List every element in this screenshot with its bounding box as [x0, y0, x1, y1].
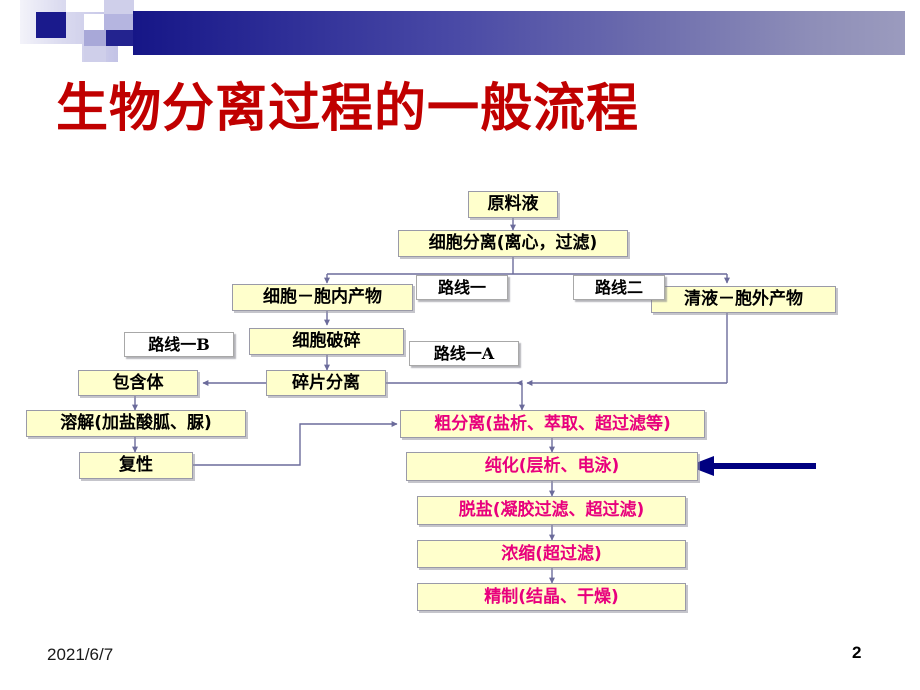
flow-box-cell-intra[interactable]: 细胞－胞内产物 [232, 284, 413, 311]
flow-box-coarse[interactable]: 粗分离(盐析、萃取、超过滤等) [400, 410, 705, 438]
route-label-route2[interactable]: 路线二 [573, 275, 665, 300]
header-square-light-1 [104, 0, 134, 14]
header-square-white-1 [66, 0, 84, 12]
flow-box-purify[interactable]: 纯化(层析、电泳) [406, 452, 698, 481]
flow-box-inclusion[interactable]: 包含体 [78, 370, 198, 396]
flow-box-concentrate[interactable]: 浓缩(超过滤) [417, 540, 686, 568]
route-label-route1a[interactable]: 路线一A [409, 341, 519, 366]
route-label-route1b[interactable]: 路线一B [124, 332, 234, 357]
flow-box-clear-extra[interactable]: 清液－胞外产物 [651, 286, 836, 313]
slide-date: 2021/6/7 [47, 645, 114, 664]
flow-box-finish[interactable]: 精制(结晶、干燥) [417, 583, 686, 611]
flow-box-debris[interactable]: 碎片分离 [266, 370, 386, 396]
header-square-dark [36, 12, 66, 38]
flow-box-refold[interactable]: 复性 [79, 452, 193, 479]
flow-box-cellsep[interactable]: 细胞分离(离心，过滤) [398, 230, 628, 257]
slide-canvas: 生物分离过程的一般流程 原料液 细胞分离(离心，过滤) 细胞－胞内产物 清液－胞… [0, 0, 920, 690]
header-square-light-4 [84, 46, 106, 62]
route-label-route1[interactable]: 路线一 [416, 275, 508, 300]
page-title: 生物分离过程的一般流程 [56, 79, 640, 139]
emphasis-arrow [688, 456, 816, 476]
header-mask-2 [0, 44, 82, 62]
header-square-dark-2 [106, 30, 134, 46]
flow-box-disrupt[interactable]: 细胞破碎 [249, 328, 404, 355]
flow-box-dissolve[interactable]: 溶解(加盐酸胍、脲) [26, 410, 246, 437]
header-square-white-2 [84, 14, 104, 30]
slide-page-number: 2 [852, 643, 862, 662]
header-mask-4 [82, 0, 104, 12]
flow-box-feed[interactable]: 原料液 [468, 191, 558, 218]
flow-box-desalt[interactable]: 脱盐(凝胶过滤、超过滤) [417, 496, 686, 525]
header-square-light-3 [84, 30, 106, 46]
header-square-light-2 [104, 14, 134, 30]
header-gradient-band [133, 11, 905, 55]
